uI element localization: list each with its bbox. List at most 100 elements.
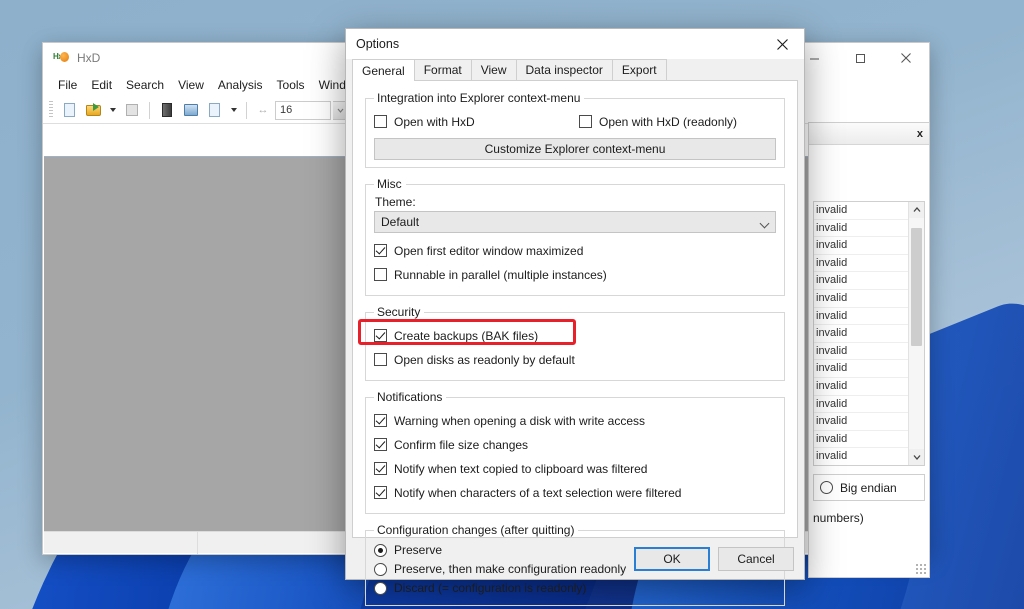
list-item[interactable]: invalid xyxy=(814,220,908,238)
bytes-per-row-arrow-icon[interactable]: ↔ xyxy=(253,101,273,120)
menu-tools[interactable]: Tools xyxy=(270,76,312,94)
data-inspector-close-icon[interactable]: x xyxy=(917,128,923,140)
checkbox-create-backups[interactable]: Create backups (BAK files) xyxy=(374,325,776,346)
open-disk-icon[interactable] xyxy=(156,100,178,121)
menu-search[interactable]: Search xyxy=(119,76,171,94)
chevron-up-icon[interactable] xyxy=(909,202,924,218)
tab-general[interactable]: General xyxy=(352,59,415,81)
scrollbar-thumb[interactable] xyxy=(911,228,922,346)
ok-button[interactable]: OK xyxy=(634,547,710,571)
checkbox-label: Open disks as readonly by default xyxy=(394,352,575,367)
checkbox-label: Notify when text copied to clipboard was… xyxy=(394,461,648,476)
data-inspector-rows: invalid invalid invalid invalid invalid … xyxy=(814,202,908,465)
tab-export[interactable]: Export xyxy=(611,59,667,80)
toolbar-grip[interactable] xyxy=(49,101,53,119)
endian-option-row: Big endian xyxy=(813,474,925,501)
checkbox-box[interactable] xyxy=(374,329,387,342)
big-endian-label: Big endian xyxy=(840,480,897,495)
checkbox-box[interactable] xyxy=(374,268,387,281)
list-item[interactable]: invalid xyxy=(814,360,908,378)
checkbox-box[interactable] xyxy=(374,353,387,366)
theme-select[interactable]: Default xyxy=(374,211,776,233)
radio-button[interactable] xyxy=(374,543,387,557)
checkbox-warning-disk-write-access[interactable]: Warning when opening a disk with write a… xyxy=(374,410,776,431)
hxd-logo-icon: HxD xyxy=(53,50,69,66)
group-configuration-changes-legend: Configuration changes (after quitting) xyxy=(377,523,575,537)
checkbox-label: Open first editor window maximized xyxy=(394,243,584,258)
resize-grip-icon[interactable] xyxy=(915,563,926,574)
list-item[interactable]: invalid xyxy=(814,343,908,361)
list-item[interactable]: invalid xyxy=(814,255,908,273)
checkbox-box[interactable] xyxy=(374,462,387,475)
data-inspector-header: x xyxy=(809,123,929,145)
data-inspector-footer-text: numbers) xyxy=(813,511,864,525)
checkbox-runnable-in-parallel[interactable]: Runnable in parallel (multiple instances… xyxy=(374,264,776,285)
list-item[interactable]: invalid xyxy=(814,448,908,465)
menu-analysis[interactable]: Analysis xyxy=(211,76,270,94)
open-file-icon[interactable] xyxy=(83,100,105,121)
data-inspector-scrollbar[interactable] xyxy=(908,202,924,465)
checkbox-label: Create backups (BAK files) xyxy=(394,328,539,343)
checkbox-notify-clipboard-filtered[interactable]: Notify when text copied to clipboard was… xyxy=(374,458,776,479)
radio-discard[interactable]: Discard (= configuration is readonly) xyxy=(374,579,776,597)
save-icon[interactable] xyxy=(121,100,143,121)
big-endian-radio[interactable] xyxy=(820,481,833,494)
chevron-down-icon[interactable] xyxy=(759,218,770,229)
cancel-button[interactable]: Cancel xyxy=(718,547,794,571)
list-item[interactable]: invalid xyxy=(814,290,908,308)
chevron-down-icon[interactable] xyxy=(909,449,924,465)
menu-edit[interactable]: Edit xyxy=(84,76,119,94)
checkbox-open-disks-as-readonly[interactable]: Open disks as readonly by default xyxy=(374,349,776,370)
menu-view[interactable]: View xyxy=(171,76,211,94)
list-item[interactable]: invalid xyxy=(814,308,908,326)
close-icon[interactable] xyxy=(883,43,929,73)
list-item[interactable]: invalid xyxy=(814,413,908,431)
checkbox-box[interactable] xyxy=(374,414,387,427)
checkbox-open-first-editor-maximized[interactable]: Open first editor window maximized xyxy=(374,240,776,261)
bytes-per-row-input[interactable]: 16 xyxy=(275,100,331,120)
checkbox-box[interactable] xyxy=(374,486,387,499)
open-disk-image-dropdown-icon[interactable] xyxy=(231,108,237,112)
radio-button[interactable] xyxy=(374,562,387,576)
list-item[interactable]: invalid xyxy=(814,237,908,255)
list-item[interactable]: invalid xyxy=(814,396,908,414)
radio-button[interactable] xyxy=(374,581,387,595)
checkbox-box[interactable] xyxy=(374,244,387,257)
radio-label: Preserve, then make configuration readon… xyxy=(394,562,627,576)
checkbox-label: Open with HxD xyxy=(394,114,475,129)
open-file-dropdown-icon[interactable] xyxy=(110,108,116,112)
status-cell-1 xyxy=(44,531,198,554)
tab-view[interactable]: View xyxy=(470,59,517,80)
list-item[interactable]: invalid xyxy=(814,272,908,290)
close-icon[interactable] xyxy=(760,29,804,59)
group-security: Security Create backups (BAK files) Open… xyxy=(365,305,785,381)
data-inspector-list[interactable]: invalid invalid invalid invalid invalid … xyxy=(813,201,925,466)
group-misc-legend: Misc xyxy=(377,177,402,191)
checkbox-confirm-file-size-changes[interactable]: Confirm file size changes xyxy=(374,434,776,455)
list-item[interactable]: invalid xyxy=(814,431,908,449)
radio-label: Preserve xyxy=(394,543,443,557)
checkbox-box[interactable] xyxy=(374,438,387,451)
list-item[interactable]: invalid xyxy=(814,202,908,220)
checkbox-open-with-hxd[interactable]: Open with HxD xyxy=(374,111,579,132)
menu-file[interactable]: File xyxy=(51,76,84,94)
list-item[interactable]: invalid xyxy=(814,325,908,343)
open-ram-icon[interactable] xyxy=(180,100,202,121)
open-disk-image-icon[interactable] xyxy=(204,100,226,121)
list-item[interactable]: invalid xyxy=(814,378,908,396)
checkbox-box[interactable] xyxy=(579,115,592,128)
group-misc: Misc Theme: Default Open first editor wi… xyxy=(365,177,785,296)
theme-value: Default xyxy=(381,215,420,229)
checkbox-box[interactable] xyxy=(374,115,387,128)
checkbox-open-with-hxd-readonly[interactable]: Open with HxD (readonly) xyxy=(579,111,737,132)
new-file-icon[interactable] xyxy=(59,100,81,121)
tab-data-inspector[interactable]: Data inspector xyxy=(515,59,613,80)
checkbox-notify-selection-filtered[interactable]: Notify when characters of a text selecti… xyxy=(374,482,776,503)
toolbar-separator-1 xyxy=(149,101,150,119)
checkbox-label: Notify when characters of a text selecti… xyxy=(394,485,682,500)
customize-explorer-context-menu-button[interactable]: Customize Explorer context-menu xyxy=(374,138,776,160)
maximize-icon[interactable] xyxy=(837,43,883,73)
tab-format[interactable]: Format xyxy=(413,59,472,80)
group-security-legend: Security xyxy=(377,305,421,319)
data-inspector-panel: x invalid invalid invalid invalid invali… xyxy=(808,122,930,578)
